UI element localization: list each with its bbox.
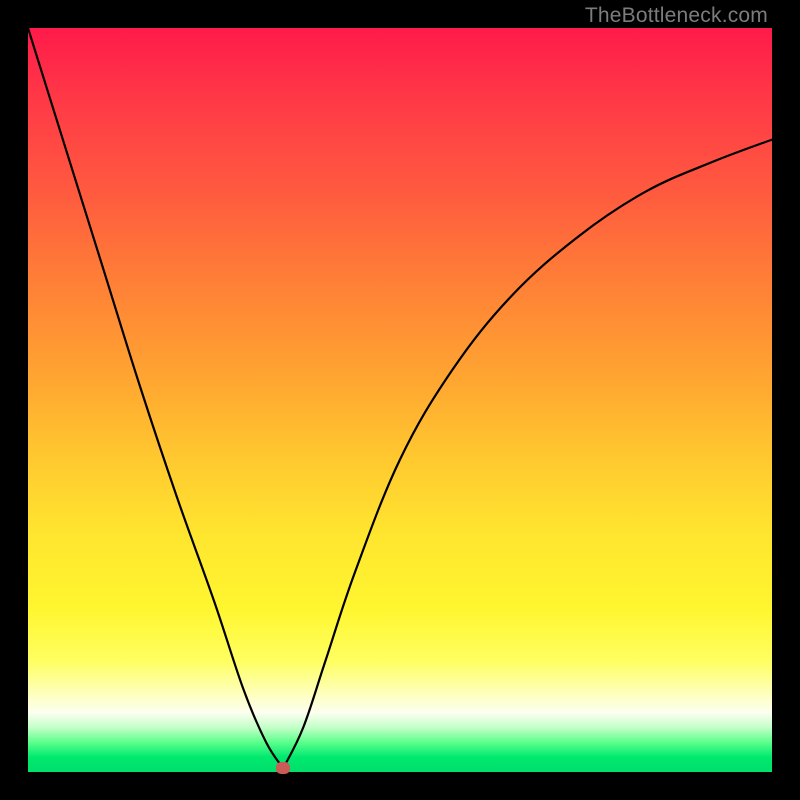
curve-right-branch xyxy=(283,140,772,769)
plot-area xyxy=(28,28,772,772)
watermark-text: TheBottleneck.com xyxy=(585,4,768,28)
curve-svg xyxy=(28,28,772,772)
minimum-marker xyxy=(276,762,290,774)
curve-left-branch xyxy=(28,28,283,768)
chart-container: TheBottleneck.com xyxy=(0,0,800,800)
